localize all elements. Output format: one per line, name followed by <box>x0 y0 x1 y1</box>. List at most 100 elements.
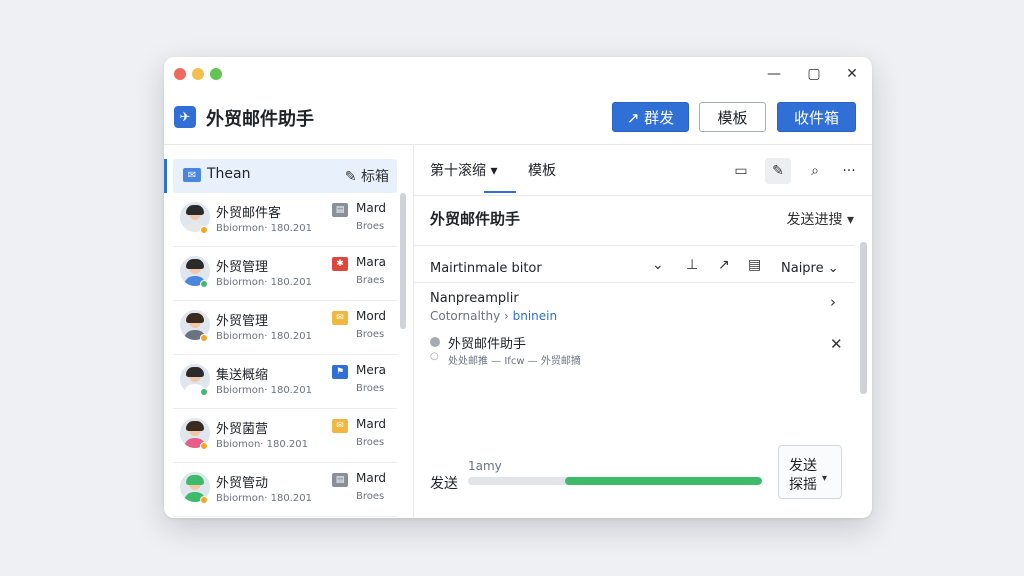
send-button[interactable]: 发送 探摇 ▾ <box>778 445 842 499</box>
app-window: — ▢ ✕ ✈ 外贸邮件助手 ↗ 群发 模板 收件箱 ✉ Thean ✎ 标箱 … <box>164 57 872 518</box>
mail-status-icon: ▤ <box>332 473 348 487</box>
app-title: 外贸邮件助手 <box>206 109 314 130</box>
status-dot <box>200 226 208 234</box>
maximize-icon[interactable]: ▢ <box>804 64 824 84</box>
main-scrollbar[interactable] <box>860 242 867 394</box>
expand-icon[interactable]: ↗ <box>718 257 730 273</box>
contact-name: 外贸菌营 <box>216 422 269 437</box>
contact-subtag: Broes <box>356 221 385 232</box>
app-logo-icon: ✈ <box>174 106 196 128</box>
filter-label: Mairtinmale bitor <box>430 261 542 276</box>
close-traffic-light[interactable] <box>174 68 186 80</box>
close-icon[interactable]: ✕ <box>842 64 862 84</box>
contact-subtag: Braes <box>356 275 385 286</box>
contact-name: 外贸邮件客 <box>216 206 282 221</box>
contact-sidebar: ✉ Thean ✎ 标箱 外贸邮件客 Bbiormon· 180.201 ▤ Mard… <box>164 145 414 518</box>
section-title: 外贸邮件助手 <box>430 210 521 228</box>
contact-tag: Mord <box>356 309 387 323</box>
contact-subtag: Broes <box>356 437 385 448</box>
status-dot <box>200 442 208 450</box>
title-bar: — ▢ ✕ <box>164 57 872 91</box>
contact-tag: Mera <box>356 363 387 377</box>
contact-tag: Mara <box>356 255 386 269</box>
sidebar-edit-button[interactable]: ✎ 标箱 <box>345 166 389 186</box>
contact-email: Bbiormon· 180.201 <box>216 385 312 396</box>
minimize-traffic-light[interactable] <box>192 68 204 80</box>
list-view-icon[interactable]: ▤ <box>748 257 761 273</box>
send-button-sublabel: 探摇 <box>789 477 817 493</box>
contact-item[interactable]: 外贸管理 Bbiormon· 180.201 ✱ Mara Braes <box>173 247 397 301</box>
section-divider <box>414 245 854 246</box>
contact-item[interactable]: 外贸菌营 Bbiomon· 180.201 ✉ Mard Broes <box>173 409 397 463</box>
more-icon[interactable]: ··· <box>836 158 862 184</box>
names-dropdown[interactable]: Naipre ⌄ <box>781 261 839 276</box>
search-icon[interactable]: ⌕ <box>802 158 828 184</box>
send-button-label: 发送 <box>789 458 817 474</box>
contact-email: Bbiormon· 180.201 <box>216 223 312 234</box>
list-item-title[interactable]: Nanpreamplir <box>430 291 519 306</box>
contact-name: 外贸管理 <box>216 260 269 275</box>
sidebar-header-label: Thean <box>207 166 251 182</box>
contact-item[interactable]: 外贸管理 Bbiormon· 180.201 ✉ Mord Broes <box>173 301 397 355</box>
avatar-hair <box>186 421 204 431</box>
main-panel: 第十滚缩 ▾ 模板 ▭ ✎ ⌕ ··· 外贸邮件助手 发送进搜 ▾ Mairti… <box>414 145 872 518</box>
path-link[interactable]: bninein <box>513 309 557 323</box>
status-dot <box>200 496 208 504</box>
chevron-right-icon[interactable]: › <box>830 293 836 311</box>
contact-email: Bbiormon· 180.201 <box>216 493 312 504</box>
template-button[interactable]: 模板 <box>699 102 766 132</box>
contact-subtag: Broes <box>356 329 385 340</box>
send-label: 发送 <box>430 476 458 492</box>
status-dot <box>200 388 208 396</box>
contact-item[interactable]: 集送概缩 Bbiormon· 180.201 ⚑ Mera Broes <box>173 355 397 409</box>
minimize-icon[interactable]: — <box>764 64 784 84</box>
caret-down-icon: ▾ <box>822 473 828 484</box>
tab-template[interactable]: 模板 <box>528 160 556 180</box>
mail-status-icon: ✉ <box>332 419 348 433</box>
mail-status-icon: ▤ <box>332 203 348 217</box>
mail-status-icon: ✱ <box>332 257 348 271</box>
contact-subtag: Broes <box>356 383 385 394</box>
group-send-button[interactable]: ↗ 群发 <box>612 102 689 132</box>
send-progress-bar <box>468 477 762 485</box>
maximize-traffic-light[interactable] <box>210 68 222 80</box>
progress-label: 1amy <box>468 459 502 473</box>
send-progress-dropdown[interactable]: 发送进搜 ▾ <box>787 209 854 229</box>
list-item-subtitle: 处处邮推 — Ifcw — 外贸邮摘 <box>448 356 581 367</box>
contact-item[interactable]: 外贸管理✉Mard <box>173 517 397 518</box>
list-item-title[interactable]: 外贸邮件助手 <box>448 333 526 352</box>
align-bottom-icon[interactable]: ⊥ <box>686 257 698 273</box>
filter-divider <box>414 282 854 283</box>
contact-name: 外贸管动 <box>216 476 269 491</box>
compose-icon[interactable]: ✎ <box>765 158 791 184</box>
active-tab-underline <box>484 191 516 193</box>
toolbar-divider <box>414 195 872 196</box>
path-prefix: Cotornalthy › <box>430 309 513 323</box>
contact-name: 集送概缩 <box>216 368 269 383</box>
avatar-hair <box>186 205 204 215</box>
sidebar-header[interactable]: ✉ Thean ✎ 标箱 <box>173 159 397 193</box>
app-header: ✈ 外贸邮件助手 ↗ 群发 模板 收件箱 <box>164 91 872 145</box>
mail-status-icon: ⚑ <box>332 365 348 379</box>
sidebar-scrollbar[interactable] <box>400 193 406 329</box>
status-dot-icon <box>430 337 440 347</box>
contact-item[interactable]: 外贸邮件客 Bbiormon· 180.201 ▤ Mard Broes <box>173 193 397 247</box>
avatar-hair <box>186 367 204 377</box>
contact-subtag: Broes <box>356 491 385 502</box>
contact-tag: Mard <box>356 471 387 485</box>
mail-icon: ✉ <box>183 168 201 182</box>
contact-name: 外贸管理 <box>216 314 269 329</box>
contact-email: Bbiomon· 180.201 <box>216 439 309 450</box>
chevron-down-icon[interactable]: ⌄ <box>652 257 664 273</box>
contact-item[interactable]: 外贸管动 Bbiormon· 180.201 ▤ Mard Broes <box>173 463 397 517</box>
inbox-tray-icon[interactable]: ▭ <box>728 158 754 184</box>
remove-icon[interactable]: ✕ <box>830 335 843 353</box>
avatar-hair <box>186 313 204 323</box>
avatar-hair <box>186 259 204 269</box>
inbox-button[interactable]: 收件箱 <box>777 102 856 132</box>
mail-status-icon: ✉ <box>332 311 348 325</box>
contact-tag: Mard <box>356 201 387 215</box>
tab-drafts[interactable]: 第十滚缩 ▾ <box>430 160 497 180</box>
contact-email: Bbiormon· 180.201 <box>216 277 312 288</box>
clock-icon: ○ <box>430 351 439 362</box>
